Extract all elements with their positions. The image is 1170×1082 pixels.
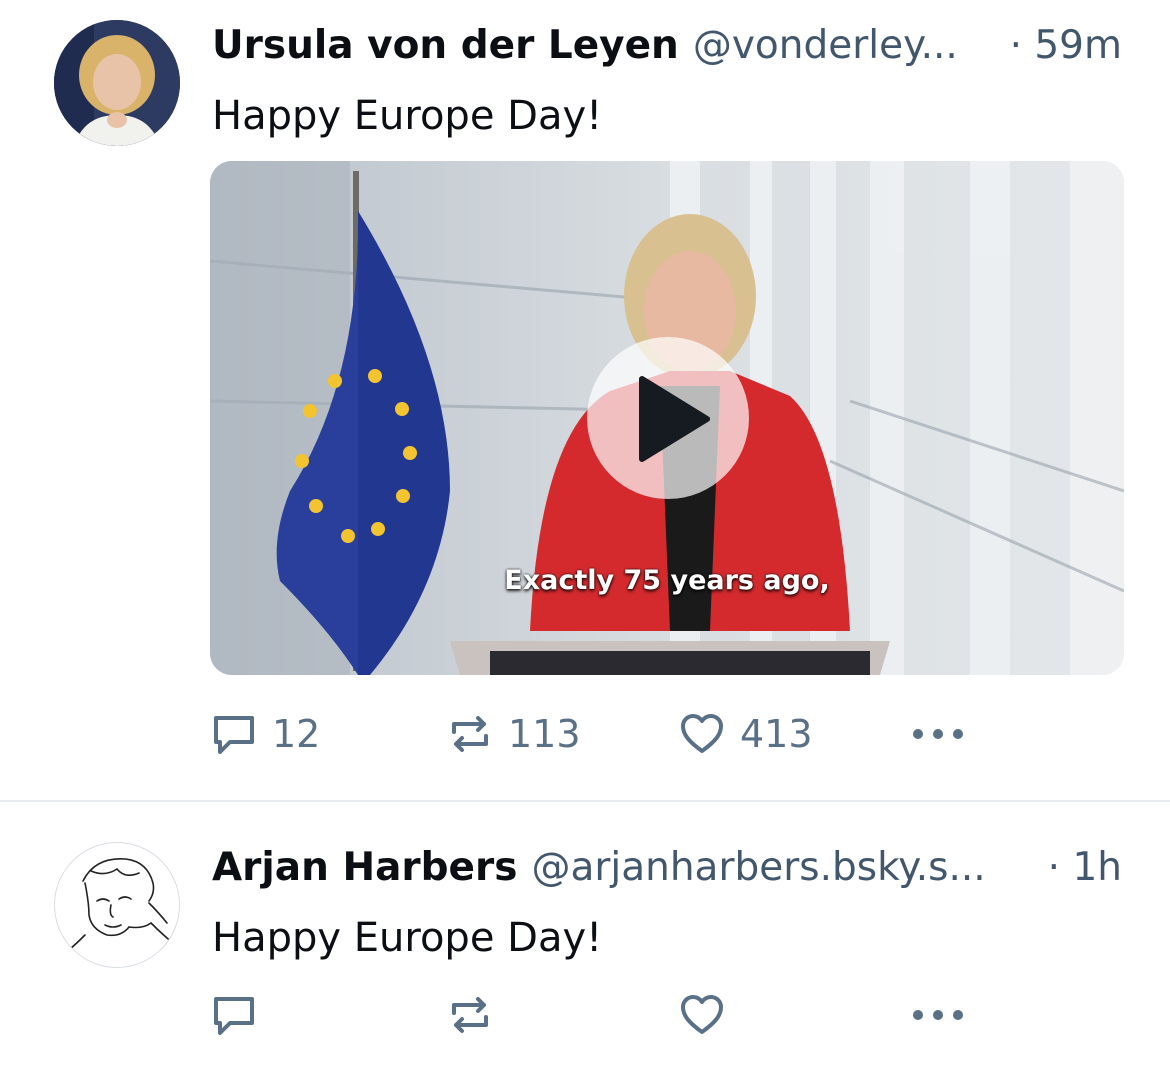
post-text: Happy Europe Day! [212,915,603,961]
play-icon [639,376,710,462]
author-avatar[interactable] [54,20,180,146]
post-header: Ursula von der Leyen @vonderley... · 59m [212,20,1122,72]
more-options-button[interactable] [910,985,966,1045]
play-button[interactable] [587,337,749,499]
reply-button[interactable] [210,985,258,1045]
post-time[interactable]: · 1h [1048,842,1122,894]
post-header: Arjan Harbers @arjanharbers.bsky.s... · … [212,842,1122,894]
video-embed[interactable]: Exactly 75 years ago, [210,161,1124,675]
post-text: Happy Europe Day! [212,93,603,139]
author-avatar[interactable] [54,842,180,968]
repost-button[interactable]: 113 [446,704,581,764]
repost-button[interactable] [446,985,494,1045]
post-actions: 12 113 413 [210,704,970,764]
like-count: 413 [740,712,813,756]
like-button[interactable]: 413 [678,704,813,764]
repost-icon [452,997,488,1033]
author-handle[interactable]: @vonderley... [693,20,988,72]
reply-button[interactable]: 12 [210,704,320,764]
reply-icon [214,716,254,754]
more-icon [913,1010,963,1020]
author-name[interactable]: Ursula von der Leyen [212,20,679,72]
post-actions [210,985,970,1045]
author-handle[interactable]: @arjanharbers.bsky.s... [531,842,1025,894]
line-drawing-portrait-icon [64,858,174,954]
more-options-button[interactable] [910,704,966,764]
post-arjan[interactable]: Arjan Harbers @arjanharbers.bsky.s... · … [0,802,1170,1082]
post-ursula[interactable]: Ursula von der Leyen @vonderley... · 59m… [0,0,1170,800]
reply-count: 12 [272,712,321,756]
repost-icon [452,716,488,752]
more-icon [913,729,963,739]
post-time[interactable]: · 59m [1010,20,1122,72]
reply-icon [214,997,254,1035]
profile-photo-woman-icon [54,20,180,146]
repost-count: 113 [508,712,581,756]
heart-icon [681,995,723,1034]
heart-icon [681,714,723,753]
author-name[interactable]: Arjan Harbers [212,842,517,894]
like-button[interactable] [678,985,726,1045]
video-caption: Exactly 75 years ago, [504,565,830,596]
